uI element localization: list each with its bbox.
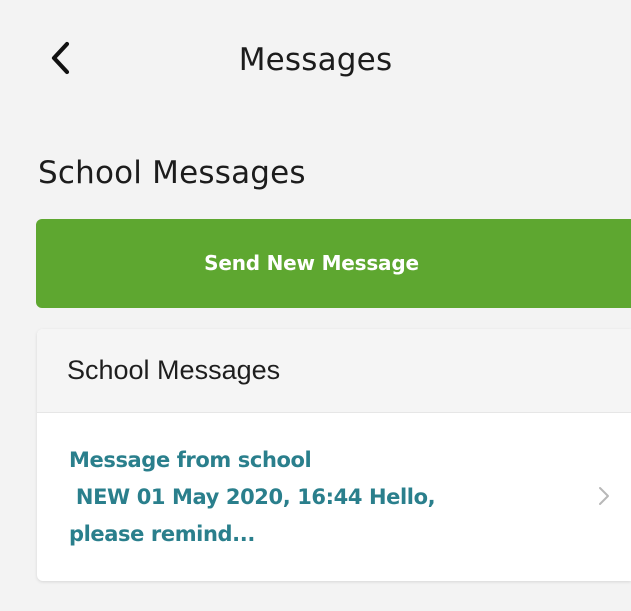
messages-card: School Messages Message from school NEW …: [37, 329, 631, 581]
chevron-right-icon: [597, 485, 611, 507]
message-subject: Message from school: [69, 448, 312, 472]
page-title: Messages: [238, 42, 393, 78]
send-new-message-button[interactable]: Send New Message: [36, 219, 631, 308]
message-preview: Message from school NEW 01 May 2020, 16:…: [69, 442, 569, 553]
send-new-message-label: Send New Message: [204, 251, 419, 275]
navigation-bar: Messages: [0, 10, 631, 114]
section-title: School Messages: [38, 155, 306, 191]
messages-screen: Messages School Messages Send New Messag…: [0, 0, 631, 611]
card-header: School Messages: [37, 329, 631, 413]
message-meta: NEW 01 May 2020, 16:44 Hello,: [69, 485, 436, 509]
card-header-title: School Messages: [67, 355, 281, 385]
message-list-item[interactable]: Message from school NEW 01 May 2020, 16:…: [37, 413, 631, 581]
message-snippet: please remind...: [69, 522, 255, 546]
